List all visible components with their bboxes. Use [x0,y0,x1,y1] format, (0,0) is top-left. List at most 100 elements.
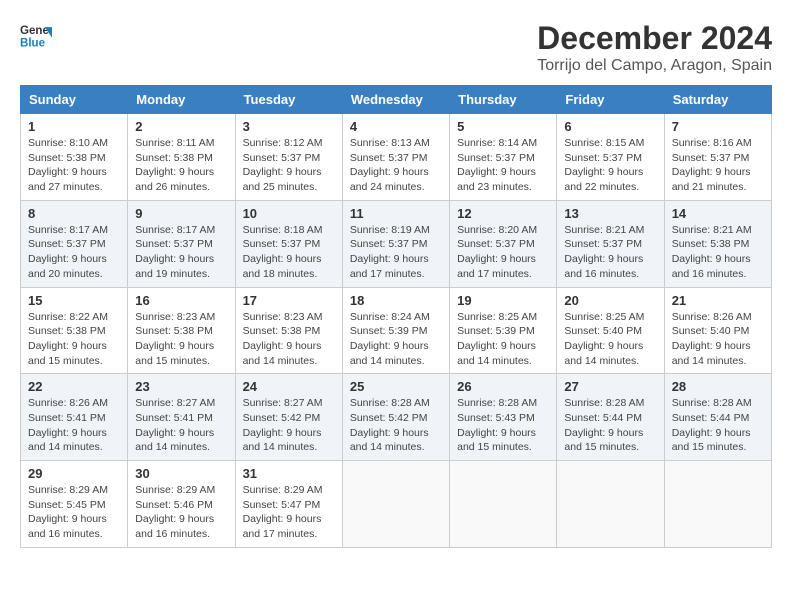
day-info: Sunrise: 8:29 AM Sunset: 5:47 PM Dayligh… [243,483,335,542]
empty-cell [450,461,557,548]
day-number: 22 [28,379,120,394]
day-number: 26 [457,379,549,394]
sunset-label: Sunset: 5:38 PM [28,152,106,164]
week-row-5: 29 Sunrise: 8:29 AM Sunset: 5:45 PM Dayl… [21,461,772,548]
day-cell-19: 19 Sunrise: 8:25 AM Sunset: 5:39 PM Dayl… [450,287,557,374]
day-info: Sunrise: 8:12 AM Sunset: 5:37 PM Dayligh… [243,136,335,195]
sunset-label: Sunset: 5:37 PM [243,238,321,250]
sunrise-label: Sunrise: 8:14 AM [457,137,537,149]
day-cell-24: 24 Sunrise: 8:27 AM Sunset: 5:42 PM Dayl… [235,374,342,461]
day-cell-8: 8 Sunrise: 8:17 AM Sunset: 5:37 PM Dayli… [21,200,128,287]
day-cell-21: 21 Sunrise: 8:26 AM Sunset: 5:40 PM Dayl… [664,287,771,374]
day-number: 13 [564,206,656,221]
daylight-label: Daylight: 9 hours and 15 minutes. [457,427,536,454]
subtitle: Torrijo del Campo, Aragon, Spain [537,57,772,75]
header-row: SundayMondayTuesdayWednesdayThursdayFrid… [21,86,772,114]
daylight-label: Daylight: 9 hours and 16 minutes. [564,253,643,280]
sunset-label: Sunset: 5:37 PM [350,238,428,250]
day-number: 16 [135,293,227,308]
day-info: Sunrise: 8:20 AM Sunset: 5:37 PM Dayligh… [457,223,549,282]
sunrise-label: Sunrise: 8:22 AM [28,311,108,323]
day-number: 27 [564,379,656,394]
header-wednesday: Wednesday [342,86,449,114]
day-cell-20: 20 Sunrise: 8:25 AM Sunset: 5:40 PM Dayl… [557,287,664,374]
daylight-label: Daylight: 9 hours and 14 minutes. [457,340,536,367]
daylight-label: Daylight: 9 hours and 21 minutes. [672,166,751,193]
daylight-label: Daylight: 9 hours and 15 minutes. [672,427,751,454]
daylight-label: Daylight: 9 hours and 22 minutes. [564,166,643,193]
day-info: Sunrise: 8:28 AM Sunset: 5:44 PM Dayligh… [564,396,656,455]
sunset-label: Sunset: 5:46 PM [135,499,213,511]
day-number: 18 [350,293,442,308]
day-info: Sunrise: 8:23 AM Sunset: 5:38 PM Dayligh… [243,310,335,369]
day-cell-11: 11 Sunrise: 8:19 AM Sunset: 5:37 PM Dayl… [342,200,449,287]
sunrise-label: Sunrise: 8:24 AM [350,311,430,323]
sunset-label: Sunset: 5:40 PM [564,325,642,337]
day-info: Sunrise: 8:28 AM Sunset: 5:42 PM Dayligh… [350,396,442,455]
empty-cell [557,461,664,548]
day-cell-14: 14 Sunrise: 8:21 AM Sunset: 5:38 PM Dayl… [664,200,771,287]
sunset-label: Sunset: 5:45 PM [28,499,106,511]
sunset-label: Sunset: 5:37 PM [28,238,106,250]
sunrise-label: Sunrise: 8:18 AM [243,224,323,236]
week-row-1: 1 Sunrise: 8:10 AM Sunset: 5:38 PM Dayli… [21,114,772,201]
day-number: 14 [672,206,764,221]
day-number: 3 [243,119,335,134]
day-number: 12 [457,206,549,221]
day-number: 2 [135,119,227,134]
daylight-label: Daylight: 9 hours and 16 minutes. [28,513,107,540]
day-cell-13: 13 Sunrise: 8:21 AM Sunset: 5:37 PM Dayl… [557,200,664,287]
daylight-label: Daylight: 9 hours and 26 minutes. [135,166,214,193]
day-cell-7: 7 Sunrise: 8:16 AM Sunset: 5:37 PM Dayli… [664,114,771,201]
day-number: 10 [243,206,335,221]
daylight-label: Daylight: 9 hours and 25 minutes. [243,166,322,193]
day-info: Sunrise: 8:18 AM Sunset: 5:37 PM Dayligh… [243,223,335,282]
sunset-label: Sunset: 5:37 PM [457,238,535,250]
day-number: 30 [135,466,227,481]
day-number: 6 [564,119,656,134]
day-info: Sunrise: 8:27 AM Sunset: 5:42 PM Dayligh… [243,396,335,455]
day-cell-6: 6 Sunrise: 8:15 AM Sunset: 5:37 PM Dayli… [557,114,664,201]
sunrise-label: Sunrise: 8:28 AM [564,397,644,409]
sunset-label: Sunset: 5:37 PM [243,152,321,164]
day-info: Sunrise: 8:22 AM Sunset: 5:38 PM Dayligh… [28,310,120,369]
day-cell-9: 9 Sunrise: 8:17 AM Sunset: 5:37 PM Dayli… [128,200,235,287]
header-thursday: Thursday [450,86,557,114]
day-number: 29 [28,466,120,481]
day-number: 1 [28,119,120,134]
sunset-label: Sunset: 5:37 PM [564,238,642,250]
day-number: 11 [350,206,442,221]
day-cell-25: 25 Sunrise: 8:28 AM Sunset: 5:42 PM Dayl… [342,374,449,461]
day-info: Sunrise: 8:19 AM Sunset: 5:37 PM Dayligh… [350,223,442,282]
sunset-label: Sunset: 5:37 PM [672,152,750,164]
day-cell-12: 12 Sunrise: 8:20 AM Sunset: 5:37 PM Dayl… [450,200,557,287]
svg-text:Blue: Blue [20,38,46,50]
day-info: Sunrise: 8:23 AM Sunset: 5:38 PM Dayligh… [135,310,227,369]
sunset-label: Sunset: 5:44 PM [672,412,750,424]
day-number: 7 [672,119,764,134]
day-info: Sunrise: 8:29 AM Sunset: 5:45 PM Dayligh… [28,483,120,542]
header-sunday: Sunday [21,86,128,114]
daylight-label: Daylight: 9 hours and 19 minutes. [135,253,214,280]
sunrise-label: Sunrise: 8:21 AM [564,224,644,236]
day-number: 23 [135,379,227,394]
daylight-label: Daylight: 9 hours and 15 minutes. [564,427,643,454]
daylight-label: Daylight: 9 hours and 14 minutes. [350,340,429,367]
sunset-label: Sunset: 5:43 PM [457,412,535,424]
daylight-label: Daylight: 9 hours and 17 minutes. [457,253,536,280]
day-cell-29: 29 Sunrise: 8:29 AM Sunset: 5:45 PM Dayl… [21,461,128,548]
sunset-label: Sunset: 5:42 PM [243,412,321,424]
sunrise-label: Sunrise: 8:16 AM [672,137,752,149]
sunset-label: Sunset: 5:41 PM [28,412,106,424]
daylight-label: Daylight: 9 hours and 14 minutes. [28,427,107,454]
sunset-label: Sunset: 5:37 PM [564,152,642,164]
day-cell-18: 18 Sunrise: 8:24 AM Sunset: 5:39 PM Dayl… [342,287,449,374]
daylight-label: Daylight: 9 hours and 24 minutes. [350,166,429,193]
week-row-2: 8 Sunrise: 8:17 AM Sunset: 5:37 PM Dayli… [21,200,772,287]
header-tuesday: Tuesday [235,86,342,114]
sunrise-label: Sunrise: 8:23 AM [243,311,323,323]
day-info: Sunrise: 8:27 AM Sunset: 5:41 PM Dayligh… [135,396,227,455]
title-area: December 2024 Torrijo del Campo, Aragon,… [537,20,772,75]
day-cell-30: 30 Sunrise: 8:29 AM Sunset: 5:46 PM Dayl… [128,461,235,548]
day-cell-1: 1 Sunrise: 8:10 AM Sunset: 5:38 PM Dayli… [21,114,128,201]
